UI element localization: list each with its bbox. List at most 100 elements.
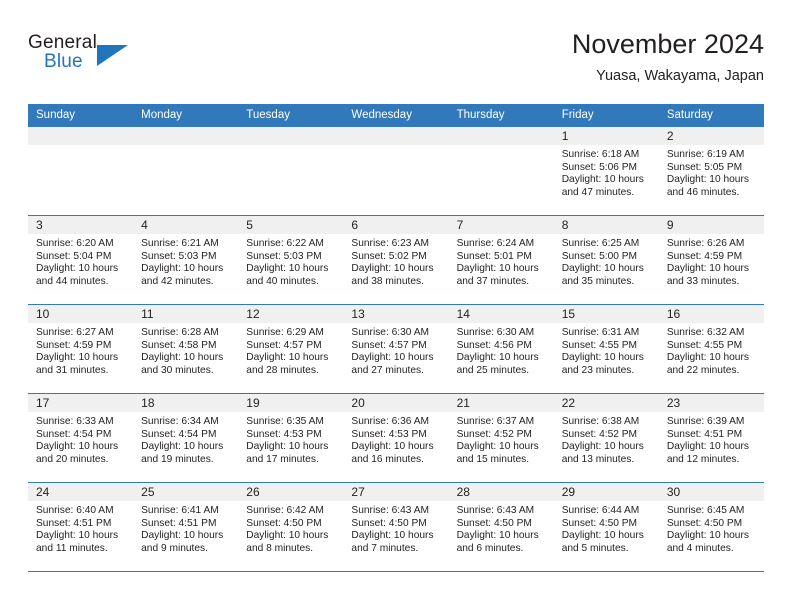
calendar-day-cell[interactable]: 29 Sunrise: 6:44 AM Sunset: 4:50 PM Dayligh… xyxy=(553,483,659,571)
calendar-day-cell[interactable]: 3 Sunrise: 6:20 AM Sunset: 5:04 PM Daylight… xyxy=(28,216,134,304)
calendar-day-cell[interactable]: 30 Sunrise: 6:45 AM Sunset: 4:50 PM Dayligh… xyxy=(658,483,764,571)
calendar-day-cell[interactable]: 10 Sunrise: 6:27 AM Sunset: 4:59 PM Dayligh… xyxy=(28,305,134,393)
sunset-time: Sunset: 4:51 PM xyxy=(141,517,217,529)
calendar-day-cell[interactable]: 19 Sunrise: 6:35 AM Sunset: 4:53 PM Dayligh… xyxy=(238,394,344,482)
calendar-day-cell[interactable]: 27 Sunrise: 6:43 AM Sunset: 4:50 PM Dayligh… xyxy=(343,483,449,571)
weekday-header-row: Sunday Monday Tuesday Wednesday Thursday… xyxy=(28,104,764,127)
calendar-day-cell[interactable]: 9 Sunrise: 6:26 AM Sunset: 4:59 PM Daylight… xyxy=(658,216,764,304)
day-number: 16 xyxy=(658,305,764,323)
sunrise-time: Sunrise: 6:18 AM xyxy=(561,149,640,160)
sunrise-time: Sunrise: 6:28 AM xyxy=(141,327,219,338)
daylight-duration-line2: and 20 minutes. xyxy=(36,453,109,465)
day-number: 14 xyxy=(448,305,554,323)
sunrise-time: Sunrise: 6:31 AM xyxy=(561,327,640,338)
calendar-day-cell[interactable]: 25 Sunrise: 6:41 AM Sunset: 4:51 PM Dayligh… xyxy=(133,483,239,571)
day-sun-info: Sunrise: 6:23 AM Sunset: 5:02 PM Daylight:… xyxy=(343,234,448,288)
sunrise-time: Sunrise: 6:41 AM xyxy=(141,505,219,516)
calendar-week-row: 10 Sunrise: 6:27 AM Sunset: 4:59 PM Dayligh… xyxy=(28,305,764,394)
weekday-header-wednesday: Wednesday xyxy=(351,109,412,121)
calendar-day-cell[interactable]: 17 Sunrise: 6:33 AM Sunset: 4:54 PM Dayligh… xyxy=(28,394,134,482)
day-number xyxy=(133,127,239,145)
sunrise-time: Sunrise: 6:45 AM xyxy=(666,505,745,516)
sunset-time: Sunset: 4:59 PM xyxy=(36,339,112,351)
calendar-day-cell[interactable]: 7 Sunrise: 6:24 AM Sunset: 5:01 PM Daylight… xyxy=(448,216,554,304)
day-number: 7 xyxy=(448,216,554,234)
day-sun-info: Sunrise: 6:40 AM Sunset: 4:51 PM Daylight:… xyxy=(28,501,133,555)
calendar-day-cell[interactable]: 5 Sunrise: 6:22 AM Sunset: 5:03 PM Daylight… xyxy=(238,216,344,304)
sunset-time: Sunset: 5:03 PM xyxy=(141,250,217,262)
daylight-duration-line1: Daylight: 10 hours xyxy=(246,530,329,542)
sunset-time: Sunset: 4:52 PM xyxy=(561,428,638,440)
sunrise-time: Sunrise: 6:22 AM xyxy=(246,238,324,249)
calendar-day-cell[interactable]: 15 Sunrise: 6:31 AM Sunset: 4:55 PM Dayligh… xyxy=(553,305,659,393)
day-number: 2 xyxy=(658,127,764,145)
calendar-day-cell[interactable]: 1 Sunrise: 6:18 AM Sunset: 5:06 PM Daylight… xyxy=(553,127,659,215)
calendar-day-cell-empty xyxy=(448,127,554,215)
daylight-duration-line2: and 25 minutes. xyxy=(456,364,530,376)
day-sun-info: Sunrise: 6:38 AM Sunset: 4:52 PM Daylight:… xyxy=(554,412,659,466)
day-number: 10 xyxy=(28,305,134,323)
location-subtitle: Yuasa, Wakayama, Japan xyxy=(596,68,764,84)
daylight-duration-line2: and 8 minutes. xyxy=(246,542,314,554)
daylight-duration-line2: and 37 minutes. xyxy=(456,275,530,287)
daylight-duration-line2: and 46 minutes. xyxy=(666,186,740,198)
sunset-time: Sunset: 4:55 PM xyxy=(666,339,743,351)
daylight-duration-line2: and 16 minutes. xyxy=(351,453,424,465)
daylight-duration-line2: and 40 minutes. xyxy=(246,275,319,287)
sunrise-time: Sunrise: 6:39 AM xyxy=(666,416,745,427)
day-number: 3 xyxy=(28,216,134,234)
calendar-day-cell[interactable]: 6 Sunrise: 6:23 AM Sunset: 5:02 PM Daylight… xyxy=(343,216,449,304)
calendar-day-cell[interactable]: 24 Sunrise: 6:40 AM Sunset: 4:51 PM Dayligh… xyxy=(28,483,134,571)
daylight-duration-line2: and 9 minutes. xyxy=(141,542,208,554)
sunrise-time: Sunrise: 6:36 AM xyxy=(351,416,430,427)
sunset-time: Sunset: 4:50 PM xyxy=(561,517,638,529)
day-sun-info: Sunrise: 6:43 AM Sunset: 4:50 PM Daylight:… xyxy=(449,501,554,555)
daylight-duration-line1: Daylight: 10 hours xyxy=(561,530,644,542)
day-sun-info: Sunrise: 6:37 AM Sunset: 4:52 PM Daylight:… xyxy=(449,412,554,466)
day-number: 19 xyxy=(238,394,344,412)
calendar-day-cell[interactable]: 14 Sunrise: 6:30 AM Sunset: 4:56 PM Dayligh… xyxy=(448,305,554,393)
day-number: 5 xyxy=(238,216,344,234)
daylight-duration-line1: Daylight: 10 hours xyxy=(351,441,434,453)
calendar-day-cell[interactable]: 20 Sunrise: 6:36 AM Sunset: 4:53 PM Dayligh… xyxy=(343,394,449,482)
day-number: 30 xyxy=(658,483,764,501)
calendar-day-cell[interactable]: 28 Sunrise: 6:43 AM Sunset: 4:50 PM Dayligh… xyxy=(448,483,554,571)
sunrise-time: Sunrise: 6:26 AM xyxy=(666,238,745,249)
sunrise-time: Sunrise: 6:29 AM xyxy=(246,327,324,338)
daylight-duration-line2: and 31 minutes. xyxy=(36,364,109,376)
daylight-duration-line1: Daylight: 10 hours xyxy=(456,530,539,542)
calendar-day-cell[interactable]: 4 Sunrise: 6:21 AM Sunset: 5:03 PM Daylight… xyxy=(133,216,239,304)
calendar-day-cell[interactable]: 26 Sunrise: 6:42 AM Sunset: 4:50 PM Dayligh… xyxy=(238,483,344,571)
daylight-duration-line1: Daylight: 10 hours xyxy=(246,352,329,364)
calendar-day-cell[interactable]: 22 Sunrise: 6:38 AM Sunset: 4:52 PM Dayligh… xyxy=(553,394,659,482)
calendar-day-cell[interactable]: 8 Sunrise: 6:25 AM Sunset: 5:00 PM Daylight… xyxy=(553,216,659,304)
daylight-duration-line2: and 13 minutes. xyxy=(561,453,635,465)
general-blue-logo[interactable]: General Blue xyxy=(28,32,138,80)
calendar-day-cell[interactable]: 18 Sunrise: 6:34 AM Sunset: 4:54 PM Dayligh… xyxy=(133,394,239,482)
calendar-day-cell[interactable]: 21 Sunrise: 6:37 AM Sunset: 4:52 PM Dayligh… xyxy=(448,394,554,482)
calendar-weeks: 1 Sunrise: 6:18 AM Sunset: 5:06 PM Daylight… xyxy=(28,127,764,572)
daylight-duration-line2: and 19 minutes. xyxy=(141,453,214,465)
sunset-time: Sunset: 4:52 PM xyxy=(456,428,532,440)
sunrise-time: Sunrise: 6:27 AM xyxy=(36,327,114,338)
calendar-day-cell[interactable]: 16 Sunrise: 6:32 AM Sunset: 4:55 PM Dayligh… xyxy=(658,305,764,393)
day-sun-info: Sunrise: 6:27 AM Sunset: 4:59 PM Daylight:… xyxy=(28,323,133,377)
day-number: 6 xyxy=(343,216,449,234)
calendar-day-cell[interactable]: 23 Sunrise: 6:39 AM Sunset: 4:51 PM Dayligh… xyxy=(658,394,764,482)
sunset-time: Sunset: 4:53 PM xyxy=(351,428,427,440)
calendar-day-cell[interactable]: 2 Sunrise: 6:19 AM Sunset: 5:05 PM Daylight… xyxy=(658,127,764,215)
sunset-time: Sunset: 4:50 PM xyxy=(246,517,322,529)
calendar-day-cell[interactable]: 13 Sunrise: 6:30 AM Sunset: 4:57 PM Dayligh… xyxy=(343,305,449,393)
sunset-time: Sunset: 4:55 PM xyxy=(561,339,638,351)
day-sun-info: Sunrise: 6:34 AM Sunset: 4:54 PM Daylight:… xyxy=(133,412,238,466)
page-header: General Blue November 2024 Yuasa, Wakaya… xyxy=(28,28,764,100)
daylight-duration-line1: Daylight: 10 hours xyxy=(141,263,224,275)
day-sun-info: Sunrise: 6:31 AM Sunset: 4:55 PM Daylight:… xyxy=(554,323,659,377)
daylight-duration-line1: Daylight: 10 hours xyxy=(351,530,434,542)
daylight-duration-line2: and 22 minutes. xyxy=(666,364,740,376)
daylight-duration-line1: Daylight: 10 hours xyxy=(36,263,119,275)
calendar-day-cell[interactable]: 12 Sunrise: 6:29 AM Sunset: 4:57 PM Dayligh… xyxy=(238,305,344,393)
calendar-day-cell[interactable]: 11 Sunrise: 6:28 AM Sunset: 4:58 PM Dayligh… xyxy=(133,305,239,393)
daylight-duration-line2: and 15 minutes. xyxy=(456,453,530,465)
sunset-time: Sunset: 5:00 PM xyxy=(561,250,638,262)
